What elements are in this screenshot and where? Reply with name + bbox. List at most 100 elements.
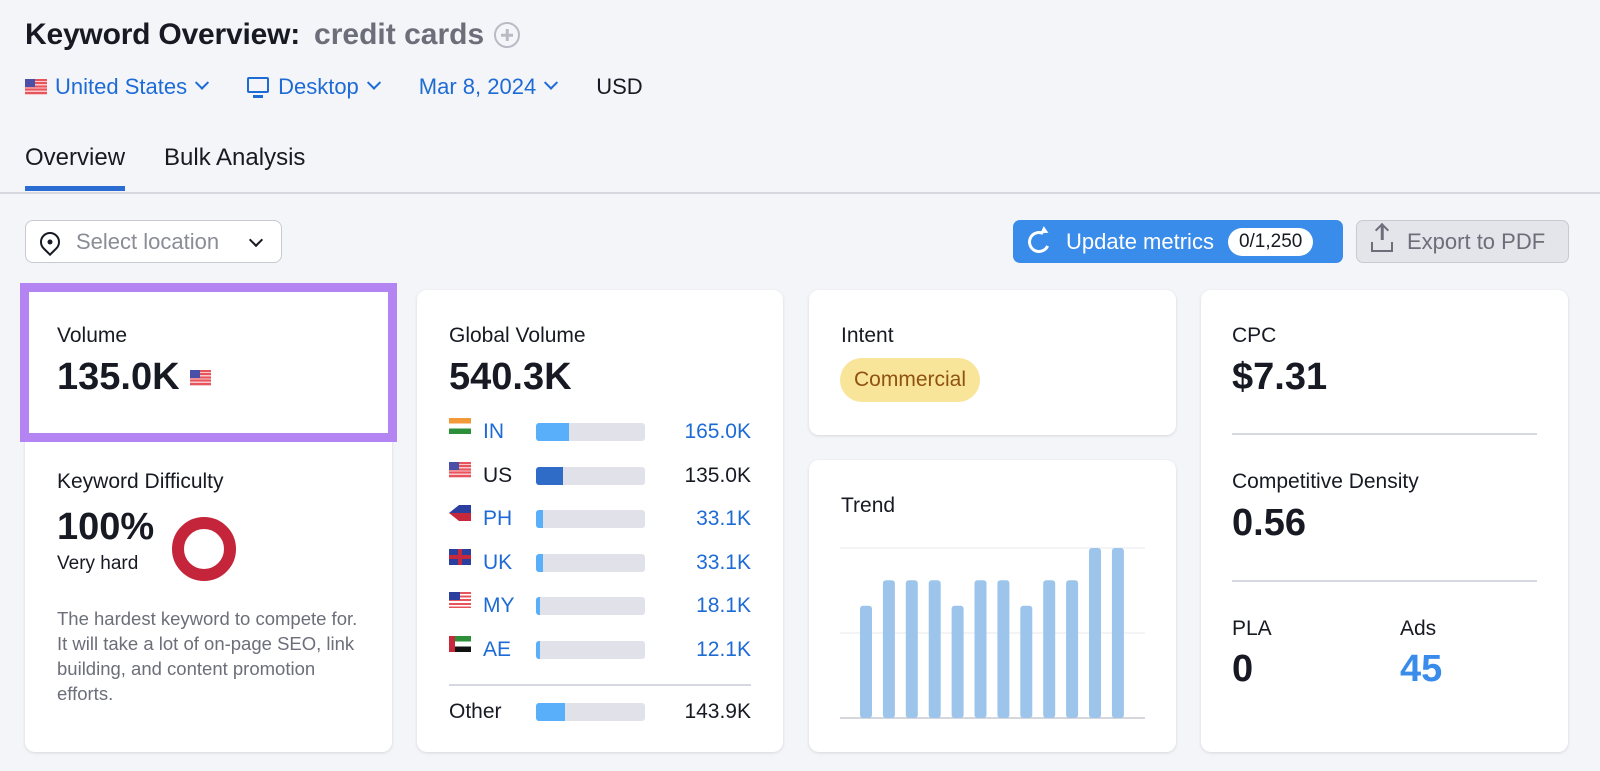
ph-flag-icon [449, 505, 471, 521]
desktop-icon [247, 77, 270, 93]
trend-label: Trend [841, 494, 896, 517]
country-value: 135.0K [684, 463, 751, 487]
uk-flag-icon [449, 548, 471, 565]
flag-cross [449, 548, 471, 565]
update-metrics-button[interactable]: Update metrics 0/1,250 [1013, 220, 1343, 263]
country-bar-fill [536, 640, 541, 659]
competitive-density-value: 0.56 [1232, 502, 1306, 544]
device-label: Desktop [278, 74, 359, 99]
trend-bar[interactable] [1020, 605, 1033, 718]
country-bar-fill [536, 510, 543, 528]
trend-bar[interactable] [860, 605, 872, 718]
keyword-text: credit cards [314, 18, 485, 51]
page-title: Keyword Overview: [25, 18, 301, 51]
kd-description: The hardest keyword to compete for. It w… [57, 608, 358, 704]
trend-bar[interactable] [1089, 548, 1101, 718]
trend-chart [840, 547, 1145, 719]
device-dropdown[interactable]: Desktop [247, 74, 381, 100]
trend-bar[interactable] [928, 580, 941, 718]
divider [449, 684, 751, 686]
country-bar-track [536, 553, 645, 572]
us-flag-icon [449, 461, 471, 478]
kd-donut-ring [172, 517, 236, 581]
country-row-us: US 135.0K [449, 461, 751, 488]
location-placeholder: Select location [76, 228, 220, 254]
divider [1232, 580, 1537, 582]
ads-label: Ads [1400, 617, 1437, 640]
trend-bar[interactable] [1111, 548, 1124, 718]
date-dropdown[interactable]: Mar 8, 2024 [418, 74, 559, 100]
tab-bar: Overview Bulk Analysis [0, 140, 1600, 194]
chevron-down-icon [195, 75, 210, 90]
country-bar-track [536, 510, 645, 528]
divider [1232, 433, 1537, 435]
country-dropdown[interactable]: United States [25, 74, 210, 100]
trend-bar[interactable] [905, 580, 918, 718]
country-code[interactable]: IN [483, 420, 533, 444]
country-value[interactable]: 18.1K [696, 594, 751, 618]
cpc-card: CPC $7.31 Competitive Density 0.56 PLA 0… [1201, 290, 1568, 752]
country-row-uk: UK 33.1K [449, 548, 751, 575]
country-bar-fill [536, 466, 564, 485]
export-icon [1371, 241, 1393, 252]
export-pdf-button[interactable]: Export to PDF [1356, 220, 1569, 263]
country-bar-fill [536, 423, 570, 441]
refresh-icon [1024, 227, 1054, 256]
pla-label: PLA [1232, 617, 1272, 640]
plus-circle-icon[interactable] [494, 22, 521, 48]
location-select[interactable]: Select location [25, 220, 282, 263]
cpc-label: CPC [1232, 324, 1277, 347]
intent-card: Intent Commercial [809, 290, 1176, 435]
kd-donut-chart [172, 517, 236, 581]
ae-flag-icon [449, 635, 471, 652]
location-pin-icon [35, 227, 65, 256]
trend-bar[interactable] [951, 605, 964, 718]
global-volume-card: Global Volume 540.3K IN 165.0K US 135.0K PH 3… [417, 290, 783, 752]
trend-bar[interactable] [882, 580, 895, 718]
country-bar-fill [536, 553, 543, 572]
flag-triangle [449, 505, 459, 521]
tab-overview[interactable]: Overview [25, 144, 126, 191]
country-row-ph: PH 33.1K [449, 505, 751, 531]
country-code[interactable]: PH [483, 507, 533, 531]
chevron-down-icon [366, 75, 381, 90]
country-code[interactable]: MY [483, 594, 533, 618]
global-volume-value: 540.3K [449, 356, 572, 398]
flag-canton [449, 461, 459, 470]
trend-bar[interactable] [974, 580, 987, 718]
competitive-density-label: Competitive Density [1232, 470, 1419, 493]
currency-label: USD [596, 74, 643, 99]
country-value[interactable]: 33.1K [696, 507, 751, 531]
update-metrics-label: Update metrics [1066, 228, 1214, 254]
trend-card: Trend [809, 460, 1176, 752]
trend-bar[interactable] [1043, 580, 1056, 718]
country-value[interactable]: 12.1K [696, 638, 751, 662]
tab-bulk-analysis[interactable]: Bulk Analysis [164, 144, 305, 186]
other-bar-fill [536, 703, 565, 721]
country-row-my: MY 18.1K [449, 592, 751, 618]
global-volume-label: Global Volume [449, 324, 586, 347]
country-value[interactable]: 33.1K [696, 551, 751, 575]
trend-bar[interactable] [997, 580, 1010, 718]
flag-canton [449, 592, 460, 600]
country-row-ae: AE 12.1K [449, 635, 751, 662]
country-bar-track [536, 466, 645, 485]
date-label: Mar 8, 2024 [418, 74, 537, 99]
country-row-in: IN 165.0K [449, 418, 751, 444]
intent-badge: Commercial [840, 358, 981, 402]
country-code[interactable]: UK [483, 551, 533, 575]
country-code[interactable]: AE [483, 638, 533, 662]
ads-value[interactable]: 45 [1400, 648, 1442, 691]
other-value: 143.9K [684, 700, 751, 723]
trend-bar[interactable] [1066, 580, 1079, 718]
kd-label: Keyword Difficulty [57, 470, 224, 493]
filters-bar: United States Desktop Mar 8, 2024 USD [25, 74, 643, 100]
country-label: United States [55, 74, 188, 99]
chevron-down-icon [248, 232, 264, 247]
page-header: Keyword Overview: credit cards [25, 18, 521, 52]
us-flag-icon [25, 79, 47, 95]
country-value[interactable]: 165.0K [684, 420, 751, 444]
pla-value: 0 [1232, 648, 1254, 690]
intent-label: Intent [841, 324, 894, 347]
country-bar-fill [536, 597, 541, 615]
